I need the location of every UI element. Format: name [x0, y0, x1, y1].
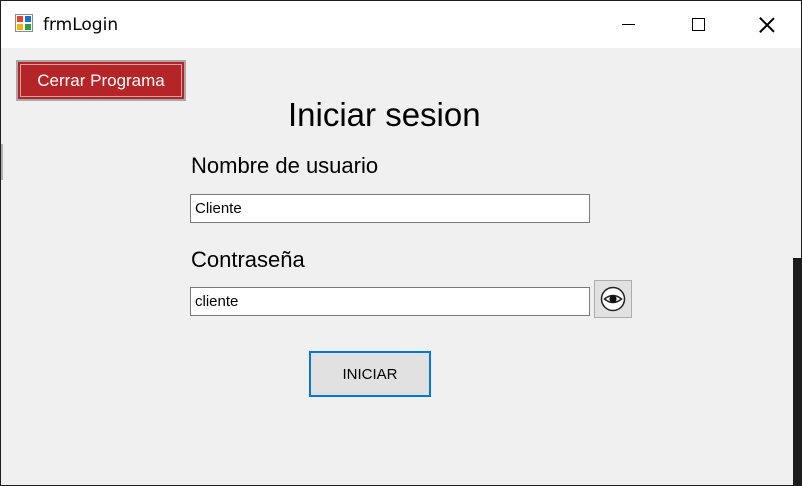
maximize-button[interactable] — [663, 1, 733, 48]
username-label: Nombre de usuario — [191, 153, 379, 178]
title-bar[interactable]: frmLogin — [1, 1, 801, 48]
password-field[interactable] — [190, 287, 590, 316]
login-button[interactable]: INICIAR — [309, 351, 431, 397]
password-label: Contraseña — [191, 247, 305, 272]
eye-icon — [600, 286, 626, 312]
close-button[interactable] — [732, 1, 802, 48]
show-password-button[interactable] — [594, 280, 632, 318]
window-title: frmLogin — [43, 15, 119, 35]
background-window-edge — [793, 258, 801, 485]
login-window: frmLogin Cerrar Programa Iniciar sesion … — [0, 0, 802, 486]
page-title: Iniciar sesion — [288, 96, 481, 133]
edge-marker — [1, 144, 3, 180]
minimize-icon — [621, 24, 635, 25]
app-icon — [15, 14, 33, 32]
username-field[interactable] — [190, 194, 590, 223]
maximize-icon — [691, 18, 705, 31]
close-program-button[interactable]: Cerrar Programa — [16, 60, 186, 101]
minimize-button[interactable] — [593, 1, 663, 48]
close-icon — [759, 17, 775, 33]
close-program-label: Cerrar Programa — [20, 64, 182, 97]
